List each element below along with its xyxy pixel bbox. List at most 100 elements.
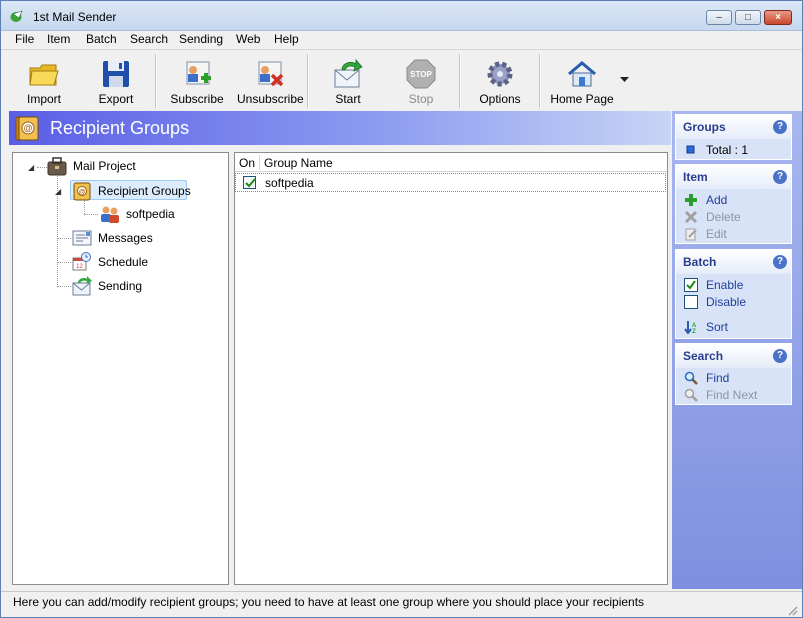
stop-label: Stop [408,92,434,106]
svg-text:@: @ [79,189,86,196]
menu-item[interactable]: Item [47,32,70,46]
briefcase-icon [47,157,67,176]
unsubscribe-button[interactable]: Unsubscribe [237,52,304,108]
tree-label: softpedia [126,207,175,221]
minimize-icon: – [716,12,722,23]
magnifier-icon [684,371,698,385]
menu-help[interactable]: Help [274,32,299,46]
title-bar: 1st Mail Sender – □ × [1,1,802,31]
checkmark-icon [245,178,256,188]
import-button[interactable]: Import [15,52,73,108]
subscribe-button[interactable]: Subscribe [167,52,227,108]
calendar-clock-icon: 12 [72,252,91,271]
export-button[interactable]: Export [87,52,145,108]
panel-header: Batch ? [676,250,791,274]
page-title: Recipient Groups [50,118,190,138]
toolbar-separator [155,54,157,108]
help-icon[interactable]: ? [773,120,787,134]
menu-file[interactable]: File [15,32,34,46]
messages-icon [72,230,92,246]
menu-batch[interactable]: Batch [86,32,117,46]
magnifier-next-icon [684,388,698,402]
tree-item-softpedia[interactable]: softpedia [99,204,189,224]
menu-web[interactable]: Web [236,32,260,46]
toolbar-separator [459,54,461,108]
send-mail-icon [72,276,92,296]
import-label: Import [26,92,61,106]
groups-panel: Groups ? Total : 1 [675,114,792,160]
app-window: 1st Mail Sender – □ × File Item Batch Se… [0,0,803,618]
delete-icon [684,210,698,224]
stop-button[interactable]: STOP Stop [392,52,450,108]
section-header: @ Recipient Groups [9,111,671,145]
app-icon [10,10,23,22]
help-icon[interactable]: ? [773,349,787,363]
export-label: Export [98,92,134,106]
tree-item-sending[interactable]: Sending [71,276,171,296]
maximize-icon: □ [744,12,752,23]
column-divider[interactable] [259,155,260,170]
toolbar-separator [307,54,309,108]
close-icon: × [775,12,781,23]
status-text: Here you can add/modify recipient groups… [13,595,645,609]
tree-line [57,238,71,239]
tree-item-messages[interactable]: Messages [71,228,171,248]
minimize-button[interactable]: – [706,10,732,25]
tree-label: Mail Project [73,159,136,173]
tree-label: Sending [98,279,143,293]
item-panel: Item ? Add Delete Edit [675,164,792,244]
add-icon [684,193,698,207]
unsubscribe-label: Unsubscribe [237,92,304,106]
panel-header: Search ? [676,344,791,368]
maximize-button[interactable]: □ [735,10,761,25]
tree-item-mail-project[interactable]: Mail Project [46,156,166,176]
tree-line [84,214,98,215]
unchecked-box-icon [684,295,698,309]
table-row[interactable]: softpedia [235,173,666,192]
menu-bar: File Item Batch Search Sending Web Help [1,31,802,49]
panel-title: Search [683,349,724,363]
groups-table: On Group Name softpedia [234,152,668,585]
checked-box-icon [684,278,698,292]
subscribe-label: Subscribe [170,92,224,106]
resize-grip-icon[interactable] [786,604,798,616]
tree-label: Recipient Groups [98,184,191,198]
task-sidebar: Groups ? Total : 1 Item ? Add Delete Edi… [672,111,802,589]
collapse-icon[interactable]: ◢ [55,187,61,196]
dropdown-arrow-icon[interactable] [620,77,629,83]
help-icon[interactable]: ? [773,255,787,269]
tree-item-recipient-groups[interactable]: @ Recipient Groups [70,180,191,201]
panel-header: Groups ? [676,115,791,139]
panel-title: Item [683,170,708,184]
toolbar: Import Export Subscribe Unsubscribe Star… [1,49,802,111]
project-tree: ◢ Mail Project ◢ @ Recipient Groups soft… [12,152,229,585]
enabled-checkbox[interactable] [243,176,256,189]
edit-label: Edit [706,227,727,241]
add-label: Add [706,193,728,207]
options-button[interactable]: Options [471,52,529,108]
batch-panel: Batch ? Enable Disable AZ Sort [675,249,792,339]
window-title: 1st Mail Sender [33,10,117,24]
toolbar-separator [539,54,541,108]
delete-label: Delete [706,210,741,224]
subscribe-icon [186,61,211,85]
groups-total-label: Total : 1 [706,143,749,157]
disable-label: Disable [706,295,747,309]
collapse-icon[interactable]: ◢ [28,163,34,172]
svg-text:12: 12 [76,264,83,270]
tree-label: Schedule [98,255,149,269]
gear-icon [487,61,513,87]
close-button[interactable]: × [764,10,792,25]
menu-search[interactable]: Search [130,32,168,46]
enable-label: Enable [706,278,744,292]
start-button[interactable]: Start [319,52,377,108]
home-page-button[interactable]: Home Page [549,52,615,108]
table-header: On Group Name [235,153,667,172]
tree-item-schedule[interactable]: 12 Schedule [71,252,171,272]
column-header-group-name[interactable]: Group Name [264,156,333,170]
column-header-on[interactable]: On [239,156,255,170]
menu-sending[interactable]: Sending [179,32,223,46]
tree-line [57,286,71,287]
help-icon[interactable]: ? [773,170,787,184]
address-book-icon: @ [15,116,39,141]
